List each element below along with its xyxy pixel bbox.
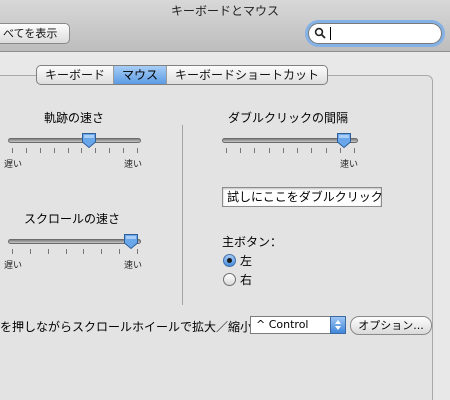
search-icon: [314, 27, 326, 39]
search-input[interactable]: [329, 26, 434, 41]
tab-mouse[interactable]: マウス: [114, 66, 168, 84]
slider-track[interactable]: [8, 239, 141, 244]
slider-thumb-icon[interactable]: [336, 132, 352, 149]
radio-left-label: 左: [240, 253, 253, 268]
radio-right-label: 右: [240, 272, 253, 287]
slider-ticks: [8, 249, 141, 255]
text-caret: [330, 27, 331, 40]
primary-button-left-option[interactable]: 左: [223, 253, 253, 268]
slider-thumb-icon[interactable]: [123, 233, 139, 250]
column-divider: [182, 125, 183, 305]
slider-thumb-icon[interactable]: [81, 132, 97, 149]
tracking-min-label: 遅い: [4, 160, 23, 170]
radio-right[interactable]: [223, 272, 236, 286]
slider-track[interactable]: [8, 138, 141, 143]
slider-tick: [240, 148, 242, 153]
search-field[interactable]: [308, 23, 442, 44]
modifier-key-value: ^ Control: [256, 318, 309, 331]
slider-tick: [254, 148, 256, 153]
double-click-max-label: 速い: [340, 160, 359, 170]
popup-arrows-icon[interactable]: [330, 316, 346, 334]
tracking-speed-title: 軌跡の速さ: [44, 111, 105, 125]
slider-tick: [123, 148, 125, 153]
slider-tick: [226, 148, 227, 153]
scroll-speed-title: スクロールの速さ: [24, 212, 121, 226]
scroll-min-label: 遅い: [4, 261, 23, 271]
slider-tick: [282, 148, 284, 153]
zoom-options-button[interactable]: オプション...: [350, 316, 432, 335]
slider-tick: [137, 148, 138, 153]
slider-tick: [47, 249, 49, 254]
window-titlebar: キーボードとマウス べてを表示: [0, 0, 450, 52]
slider-tick: [53, 148, 55, 153]
slider-tick: [311, 148, 313, 153]
slider-tick: [109, 148, 111, 153]
tracking-max-label: 速い: [124, 160, 143, 170]
slider-tick: [67, 148, 69, 153]
slider-tick: [119, 249, 121, 254]
show-all-button[interactable]: べてを表示: [0, 23, 70, 44]
slider-tick: [101, 249, 103, 254]
slider-tick: [83, 249, 85, 254]
slider-ticks: [8, 148, 141, 154]
window-title: キーボードとマウス: [170, 4, 279, 18]
double-click-test-field[interactable]: 試しにここをダブルクリック: [222, 187, 383, 207]
tab-keyboard-shortcuts[interactable]: キーボードショートカット: [167, 66, 327, 84]
slider-tick: [12, 249, 13, 254]
double-click-speed-slider[interactable]: [222, 132, 358, 158]
radio-left[interactable]: [223, 253, 236, 267]
scroll-max-label: 速い: [124, 261, 143, 271]
tab-keyboard[interactable]: キーボード: [37, 66, 115, 84]
slider-tick: [268, 148, 270, 153]
slider-tick: [25, 148, 27, 153]
modifier-key-popup[interactable]: ^ Control: [250, 316, 346, 334]
slider-tick: [354, 148, 355, 153]
zoom-scroll-label: を押しながらスクロールホイールで拡大／縮小: [0, 320, 253, 334]
slider-tick: [325, 148, 327, 153]
slider-tick: [297, 148, 299, 153]
scroll-speed-slider[interactable]: [8, 233, 141, 259]
primary-button-title: 主ボタン：: [222, 235, 283, 249]
double-click-title: ダブルクリックの間隔: [228, 111, 349, 125]
slider-tick: [65, 249, 67, 254]
tab-bar: キーボード マウス キーボードショートカット: [36, 65, 329, 85]
primary-button-right-option[interactable]: 右: [223, 272, 253, 287]
slider-tick: [12, 148, 13, 153]
slider-tick: [29, 249, 31, 254]
slider-tick: [39, 148, 41, 153]
tracking-speed-slider[interactable]: [8, 132, 141, 158]
